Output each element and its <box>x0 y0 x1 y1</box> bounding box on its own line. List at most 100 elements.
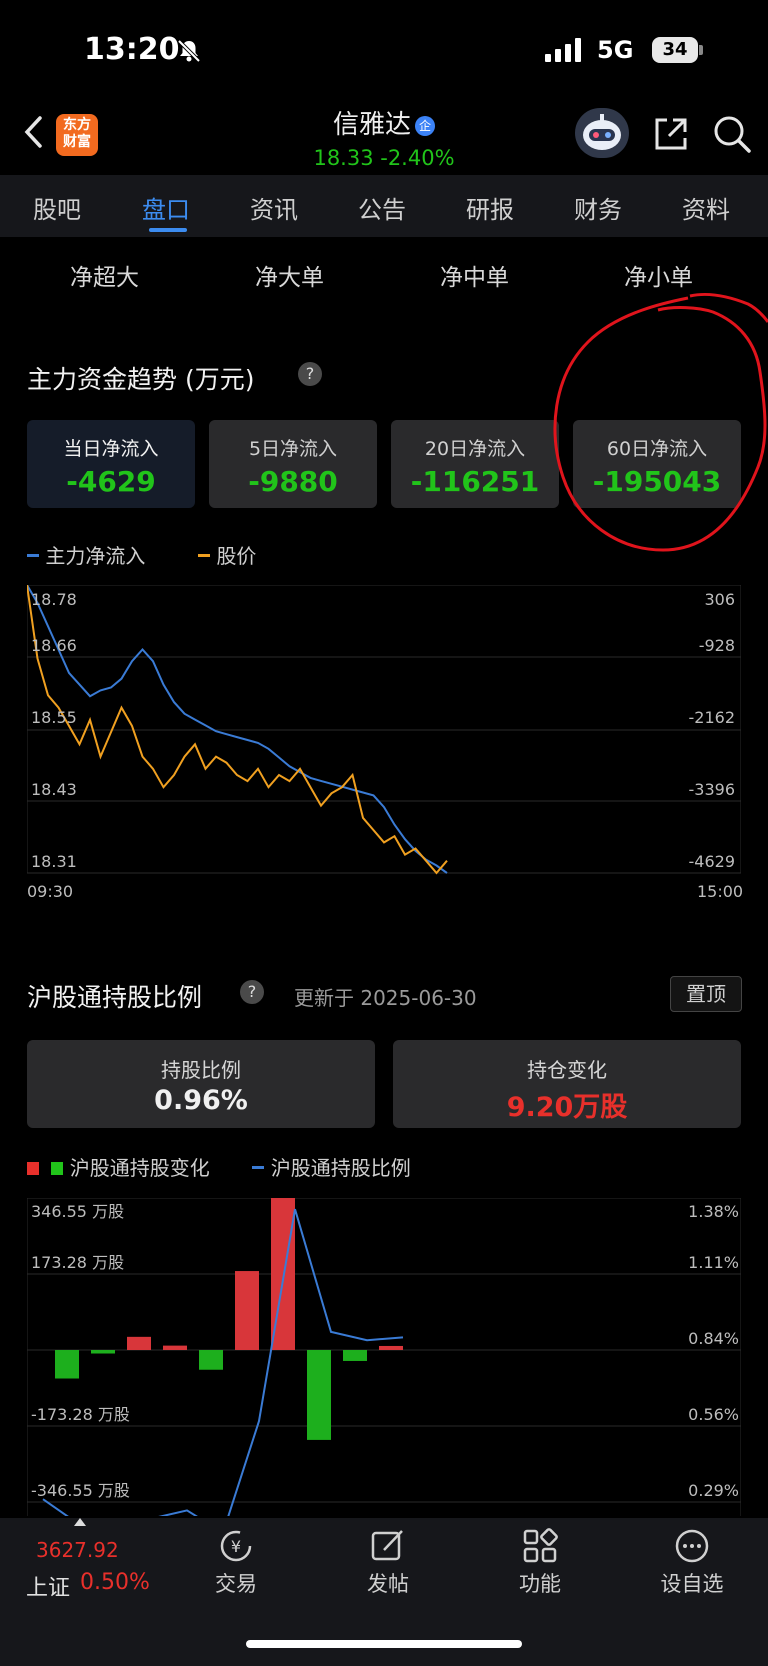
mute-bell-icon <box>177 39 201 63</box>
tab-announcements[interactable]: 公告 <box>358 190 406 225</box>
right-tick: -4629 <box>689 852 736 871</box>
hk-right-tick: 0.29% <box>688 1481 739 1500</box>
status-time: 13:20 <box>84 32 180 67</box>
bottom-post[interactable]: 发帖 <box>328 1568 448 1598</box>
left-tick: 18.43 <box>31 780 77 799</box>
intraday-flow-chart: 18.78 18.66 18.55 18.43 18.31 306 -928 -… <box>27 585 741 875</box>
legend-bar-label: 沪股通持股变化 <box>69 1156 210 1180</box>
hk-right-tick: 1.11% <box>688 1253 739 1272</box>
flow-card-label: 20日净流入 <box>424 438 526 460</box>
flow-chart-legend: 主力净流入 股价 <box>27 540 256 569</box>
flow-card-today[interactable]: 当日净流入 -4629 <box>27 420 195 508</box>
legend-flow: 主力净流入 <box>45 544 146 568</box>
hk-change-bar <box>55 1350 79 1379</box>
left-tick: 18.55 <box>31 708 77 727</box>
right-tick: -928 <box>699 636 735 655</box>
legend-price: 股价 <box>216 544 257 568</box>
holding-ratio-value: 0.96% <box>154 1085 248 1116</box>
hk-change-bar <box>91 1350 115 1354</box>
enterprise-badge-icon: 企 <box>415 116 435 136</box>
hk-change-bar <box>235 1271 259 1350</box>
tab-news[interactable]: 资讯 <box>250 190 298 225</box>
flow-tab-super-large[interactable]: 净超大 <box>70 258 139 292</box>
hk-change-bar <box>127 1336 151 1350</box>
hk-connect-title: 沪股通持股比例 <box>27 983 203 1012</box>
battery-icon: 34 <box>652 37 698 63</box>
position-change-value: 9.20万股 <box>506 1092 628 1123</box>
left-tick: 18.31 <box>31 852 77 871</box>
updated-date: 更新于 2025-06-30 <box>294 986 477 1010</box>
flow-card-label: 5日净流入 <box>248 438 338 460</box>
search-icon[interactable] <box>712 114 752 154</box>
index-name[interactable]: 上证 <box>26 1570 70 1602</box>
hk-left-tick: 346.55 万股 <box>31 1202 124 1221</box>
time-end-label: 15:00 <box>697 882 744 901</box>
help-icon[interactable]: ? <box>298 362 322 386</box>
network-type: 5G <box>597 36 634 64</box>
hk-connect-chart: 346.55 万股 173.28 万股 -173.28 万股 -346.55 万… <box>27 1198 741 1516</box>
time-start-label: 09:30 <box>27 882 74 901</box>
hk-change-bar <box>199 1350 223 1370</box>
right-tick: -2162 <box>689 708 736 727</box>
hk-right-tick: 1.38% <box>688 1202 739 1221</box>
flow-tab-small[interactable]: 净小单 <box>624 258 693 292</box>
legend-blue-swatch <box>27 554 39 557</box>
hk-change-bar <box>307 1350 331 1440</box>
legend-orange-swatch <box>198 554 211 557</box>
main-flow-series-line <box>27 585 448 874</box>
flow-card-5d[interactable]: 5日净流入 -9880 <box>209 420 377 508</box>
hk-change-bar <box>163 1345 187 1350</box>
hk-left-tick: -346.55 万股 <box>31 1481 130 1500</box>
tab-profile[interactable]: 资料 <box>682 190 730 225</box>
flow-card-label: 当日净流入 <box>63 438 159 460</box>
flow-card-value: -4629 <box>66 465 156 498</box>
index-change[interactable]: 0.50% <box>80 1570 150 1595</box>
flow-tab-medium[interactable]: 净中单 <box>440 258 509 292</box>
position-change-label: 持仓变化 <box>527 1058 607 1082</box>
functions-grid-icon[interactable] <box>522 1528 558 1564</box>
tab-pankou[interactable]: 盘口 <box>142 190 190 225</box>
left-tick: 18.78 <box>31 590 77 609</box>
hk-left-tick: -173.28 万股 <box>31 1405 130 1424</box>
right-tick: -3396 <box>689 780 736 799</box>
hk-right-tick: 0.84% <box>688 1329 739 1348</box>
stock-price-series-line <box>27 585 448 875</box>
tab-finance[interactable]: 财务 <box>574 190 622 225</box>
legend-line-swatch <box>252 1166 265 1169</box>
index-value[interactable]: 3627.92 <box>36 1538 119 1562</box>
post-edit-icon[interactable] <box>370 1528 406 1564</box>
tab-research[interactable]: 研报 <box>466 190 514 225</box>
hk-chart-grid <box>27 1198 741 1516</box>
legend-red-swatch <box>27 1162 39 1175</box>
flow-tab-large[interactable]: 净大单 <box>255 258 324 292</box>
legend-line-label: 沪股通持股比例 <box>270 1156 411 1180</box>
index-caret-icon <box>74 1518 86 1526</box>
flow-card-20d[interactable]: 20日净流入 -116251 <box>391 420 559 508</box>
position-change-card: 持仓变化 9.20万股 <box>393 1040 741 1128</box>
stock-name: 信雅达 <box>332 110 411 140</box>
red-annotation-circle <box>553 292 768 552</box>
right-tick: 306 <box>704 590 735 609</box>
legend-green-swatch <box>51 1162 64 1175</box>
hk-bars-group <box>55 1198 403 1440</box>
help-icon[interactable]: ? <box>240 980 264 1004</box>
tab-guba[interactable]: 股吧 <box>33 190 81 225</box>
hk-left-tick: 173.28 万股 <box>31 1253 124 1272</box>
cell-signal-icon <box>545 38 581 62</box>
battery-nub <box>699 45 703 55</box>
holding-ratio-card: 持股比例 0.96% <box>27 1040 375 1128</box>
bottom-add-watchlist[interactable]: 设自选 <box>632 1568 752 1598</box>
robot-assistant-icon[interactable] <box>575 108 629 158</box>
main-flow-title: 主力资金趋势 (万元) <box>27 365 255 394</box>
trade-yen-icon[interactable]: ¥ <box>216 1528 256 1564</box>
hk-chart-legend: 沪股通持股变化 沪股通持股比例 <box>27 1152 411 1181</box>
hk-right-tick: 0.56% <box>688 1405 739 1424</box>
pin-to-top-button[interactable]: 置顶 <box>670 976 742 1012</box>
hk-change-bar <box>343 1350 367 1361</box>
bottom-functions[interactable]: 功能 <box>480 1568 600 1598</box>
bottom-trade[interactable]: 交易 <box>176 1568 296 1598</box>
flow-card-value: -116251 <box>410 465 540 498</box>
share-icon[interactable] <box>651 114 691 154</box>
holding-ratio-label: 持股比例 <box>161 1058 241 1082</box>
more-dots-icon[interactable] <box>674 1528 710 1564</box>
